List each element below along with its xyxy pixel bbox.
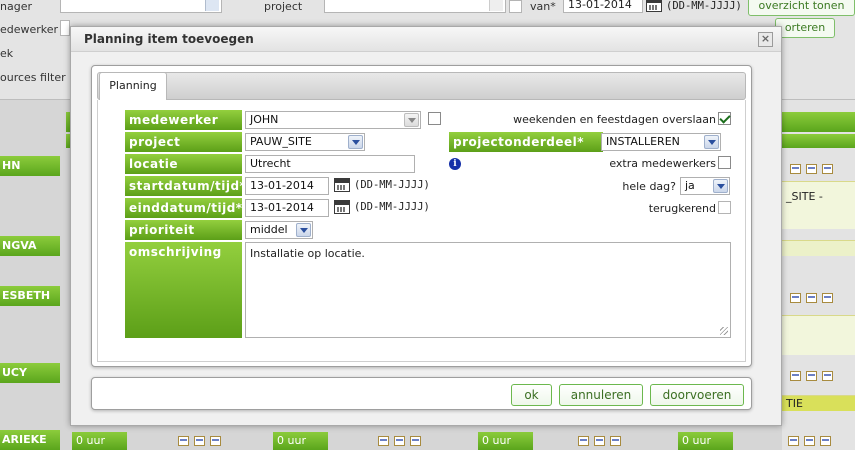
- doorvoeren-button[interactable]: doorvoeren: [650, 384, 744, 406]
- terugkerend-label: terugkerend: [648, 202, 716, 215]
- tab-planning[interactable]: Planning: [99, 72, 167, 100]
- bg-day-icons[interactable]: [790, 292, 855, 306]
- bg-label-resources-filter: ources filter: [0, 71, 66, 84]
- hele-dag-value: ja: [685, 179, 695, 192]
- bg-planning-block: [782, 315, 855, 355]
- dialog-title: Planning item toevoegen: [84, 32, 254, 46]
- bg-label-project: project: [264, 0, 303, 13]
- bg-day-header: [782, 134, 855, 148]
- bg-hours-pill: 0 uur: [478, 432, 533, 450]
- weekenden-checkbox[interactable]: [718, 112, 731, 125]
- form-panel: Planning medewerker JOHN weekenden en fe…: [91, 65, 752, 367]
- prioriteit-label: prioriteit: [125, 220, 242, 240]
- bg-van-date-input[interactable]: 13-01-2014: [563, 0, 643, 13]
- bg-project-checkbox[interactable]: [509, 0, 522, 13]
- annuleren-button[interactable]: annuleren: [559, 384, 643, 406]
- person-row-marieke[interactable]: ARIEKE: [0, 430, 60, 450]
- planning-dialog: Planning item toevoegen × Planning medew…: [70, 26, 782, 426]
- tab-body: medewerker JOHN weekenden en feestdagen …: [97, 100, 746, 362]
- bg-date-format: (DD-MM-JJJJ): [666, 0, 742, 12]
- project-label: project: [125, 132, 242, 152]
- einddatum-format-hint: (DD-MM-JJJJ): [354, 201, 430, 213]
- bg-day-icons[interactable]: [790, 163, 855, 177]
- bg-day-icons[interactable]: [788, 435, 836, 448]
- sorteren-button[interactable]: orteren: [775, 18, 835, 38]
- bg-day-icons[interactable]: [578, 435, 626, 448]
- bg-hours-pill: 0 uur: [273, 432, 328, 450]
- calendar-icon[interactable]: [334, 178, 350, 192]
- close-icon[interactable]: ×: [758, 32, 773, 47]
- extra-medewerkers-checkbox[interactable]: [718, 156, 731, 169]
- medewerker-checkbox[interactable]: [428, 112, 441, 125]
- medewerker-value: JOHN: [250, 113, 279, 126]
- prioriteit-select[interactable]: middel: [245, 221, 313, 239]
- dialog-header[interactable]: Planning item toevoegen ×: [71, 27, 781, 52]
- tab-bar: [97, 72, 746, 100]
- omschrijving-textarea[interactable]: Installatie op locatie.: [245, 242, 731, 338]
- bg-project-select[interactable]: [324, 0, 506, 13]
- bg-day-icons[interactable]: [178, 435, 226, 448]
- prioriteit-value: middel: [250, 223, 288, 236]
- project-select[interactable]: PAUW_SITE: [245, 133, 365, 151]
- locatie-input[interactable]: Utrecht: [245, 155, 415, 173]
- bg-label-manager: nager: [0, 0, 32, 13]
- extra-medewerkers-label: extra medewerkers: [609, 157, 716, 170]
- overzicht-tonen-button[interactable]: overzicht tonen: [748, 0, 855, 16]
- chevron-down-icon[interactable]: [348, 135, 363, 149]
- bg-label-van: van*: [530, 0, 556, 13]
- omschrijving-label: omschrijving: [125, 242, 242, 338]
- terugkerend-checkbox[interactable]: [718, 201, 731, 214]
- ok-button[interactable]: ok: [511, 384, 552, 406]
- hele-dag-label: hele dag?: [622, 180, 676, 193]
- projectonderdeel-select[interactable]: INSTALLEREN: [601, 133, 721, 151]
- calendar-icon[interactable]: [334, 200, 350, 214]
- bg-calendar-icon[interactable]: [646, 0, 662, 12]
- person-row-lucy[interactable]: UCY: [0, 363, 60, 383]
- resize-grip-icon[interactable]: [720, 327, 728, 335]
- bg-hours-pill: 0 uur: [678, 432, 733, 450]
- bg-medewerker-select[interactable]: [60, 20, 70, 36]
- bg-planning-block: [782, 240, 855, 256]
- medewerker-label: medewerker: [125, 110, 242, 130]
- chevron-down-icon[interactable]: [713, 179, 728, 193]
- bg-planning-block-label: TIE: [786, 397, 803, 410]
- startdatum-format-hint: (DD-MM-JJJJ): [354, 179, 430, 191]
- projectonderdeel-label: projectonderdeel*: [449, 132, 603, 152]
- bg-label-medewerker: edewerker: [0, 23, 59, 36]
- einddatum-label: einddatum/tijd*: [125, 198, 242, 218]
- chevron-down-icon[interactable]: [704, 135, 719, 149]
- bg-planning-block-label: _SITE -: [786, 190, 823, 203]
- bg-day-icons[interactable]: [790, 370, 855, 384]
- hele-dag-select[interactable]: ja: [680, 177, 730, 195]
- medewerker-select[interactable]: JOHN: [245, 111, 421, 129]
- person-row-john[interactable]: HN: [0, 156, 60, 176]
- bg-label-ek: ek: [0, 47, 14, 60]
- person-row-ingva[interactable]: NGVA: [0, 236, 60, 256]
- startdatum-input[interactable]: 13-01-2014: [245, 177, 329, 195]
- bg-manager-select[interactable]: [60, 0, 222, 13]
- einddatum-input[interactable]: 13-01-2014: [245, 199, 329, 217]
- chevron-down-icon[interactable]: [296, 223, 311, 237]
- bg-planning-block[interactable]: [782, 181, 855, 229]
- weekenden-label: weekenden en feestdagen overslaan: [513, 113, 716, 126]
- startdatum-label: startdatum/tijd*: [125, 176, 246, 196]
- bg-day-header: [782, 112, 855, 132]
- chevron-down-icon[interactable]: [404, 113, 419, 127]
- person-row-elisabeth[interactable]: ESBETH: [0, 286, 60, 306]
- info-icon[interactable]: i: [449, 158, 461, 170]
- omschrijving-value: Installatie op locatie.: [250, 247, 365, 260]
- dialog-footer: ok annuleren doorvoeren: [91, 377, 752, 410]
- bg-day-icons[interactable]: [378, 435, 426, 448]
- projectonderdeel-value: INSTALLEREN: [606, 135, 680, 148]
- project-value: PAUW_SITE: [250, 135, 312, 148]
- locatie-label: locatie: [125, 154, 242, 174]
- bg-hours-pill: 0 uur: [72, 432, 127, 450]
